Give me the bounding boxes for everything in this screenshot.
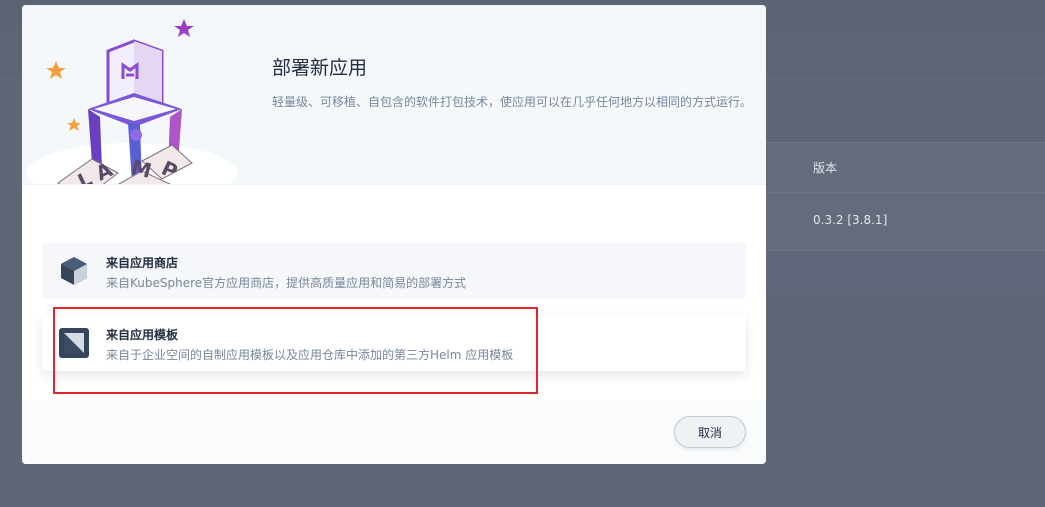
background-table-footer — [766, 250, 1045, 291]
option-app-template[interactable]: 来自应用模板 来自于企业空间的自制应用模板以及应用仓库中添加的第三方Helm 应… — [42, 315, 746, 371]
modal-footer: 取消 — [22, 400, 766, 464]
background-version-header: 版本 — [813, 161, 838, 175]
option-app-store-title: 来自应用商店 — [106, 256, 179, 270]
modal-title: 部署新应用 — [272, 57, 368, 79]
option-app-template-title: 来自应用模板 — [106, 328, 179, 342]
cancel-button[interactable]: 取消 — [674, 416, 746, 448]
option-app-template-description: 来自于企业空间的自制应用模板以及应用仓库中添加的第三方Helm 应用模板 — [106, 348, 514, 362]
modal-header: L A M P CS 部署新应用 轻量级、可移植、自包含的软件打包技术，使应用可… — [22, 5, 766, 221]
background-version-value: 0.3.2 [3.8.1] — [813, 213, 888, 227]
modal-description: 轻量级、可移植、自包含的软件打包技术，使应用可以在几乎任何地方以相同的方式运行。 — [272, 95, 753, 109]
deploy-app-modal: L A M P CS 部署新应用 轻量级、可移植、自包含的软件打包技术，使应用可… — [22, 5, 766, 464]
template-icon — [59, 328, 89, 358]
option-app-store-description: 来自KubeSphere官方应用商店，提供高质量应用和简易的部署方式 — [106, 276, 467, 290]
background-table-header — [766, 142, 1045, 193]
cube-icon — [61, 257, 87, 285]
option-app-store[interactable]: 来自应用商店 来自KubeSphere官方应用商店，提供高质量应用和简易的部署方… — [42, 243, 746, 299]
background-table-row — [766, 192, 1045, 251]
modal-body: 来自应用商店 来自KubeSphere官方应用商店，提供高质量应用和简易的部署方… — [22, 185, 766, 400]
